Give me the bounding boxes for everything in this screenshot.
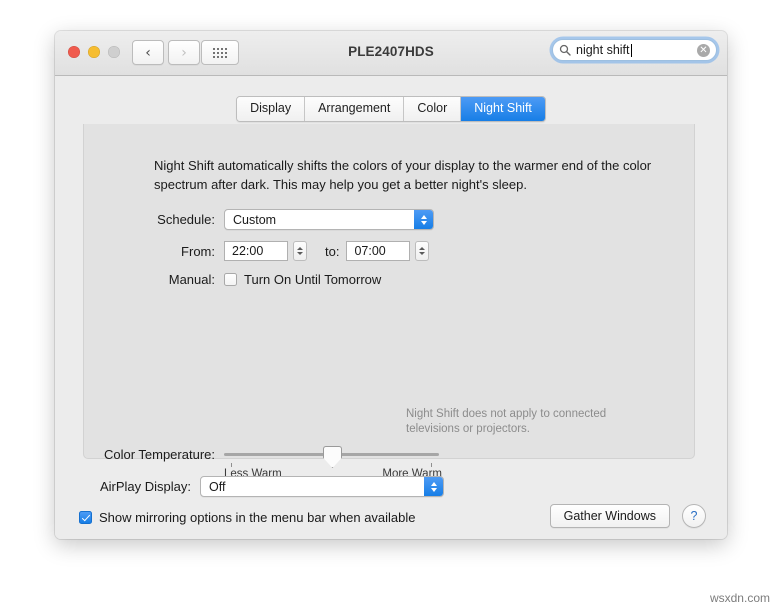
- night-shift-description: Night Shift automatically shifts the col…: [154, 158, 652, 192]
- system-preferences-window: ‹ › PLE2407HDS night shift ✕ Display Arr…: [55, 31, 727, 539]
- color-temperature-row: Color Temperature: Less Warm More Warm: [84, 446, 442, 480]
- night-shift-panel: Night Shift automatically shifts the col…: [83, 124, 695, 480]
- turn-on-until-tomorrow-label: Turn On Until Tomorrow: [244, 272, 382, 287]
- to-time-stepper[interactable]: [415, 241, 430, 261]
- schedule-row: Schedule: Custom: [84, 209, 434, 230]
- minimize-button[interactable]: [88, 46, 100, 58]
- turn-on-until-tomorrow-checkbox[interactable]: [224, 273, 237, 286]
- schedule-label: Schedule:: [157, 212, 215, 227]
- clear-circle-icon[interactable]: ✕: [697, 43, 710, 57]
- slider-thumb[interactable]: [323, 446, 342, 468]
- from-time-input[interactable]: 22:00: [224, 241, 288, 261]
- chevron-left-icon: ‹: [145, 44, 151, 61]
- from-time-stepper[interactable]: [293, 241, 307, 261]
- search-input-value: night shift: [576, 43, 630, 57]
- text-caret: [630, 43, 632, 57]
- manual-note: Night Shift does not apply to connected …: [406, 408, 607, 435]
- manual-row: Manual: Turn On Until Tomorrow: [84, 272, 382, 287]
- schedule-value: Custom: [233, 212, 277, 227]
- show-mirroring-checkbox[interactable]: [79, 511, 92, 524]
- slider-tick-min: [231, 463, 232, 467]
- search-field[interactable]: night shift ✕: [552, 39, 717, 61]
- window-content: Display Arrangement Color Night Shift Ni…: [55, 76, 727, 539]
- tab-display[interactable]: Display: [237, 97, 306, 121]
- tab-color[interactable]: Color: [404, 97, 462, 121]
- traffic-lights: [68, 46, 120, 58]
- window-titlebar: ‹ › PLE2407HDS night shift ✕: [55, 31, 727, 76]
- show-all-button[interactable]: [201, 40, 239, 65]
- schedule-dropdown[interactable]: Custom: [224, 209, 434, 230]
- forward-button: ›: [168, 40, 200, 65]
- chevron-updown-icon: [424, 477, 443, 496]
- to-label: to:: [325, 243, 340, 259]
- color-temperature-label: Color Temperature:: [103, 446, 215, 462]
- show-mirroring-row: Show mirroring options in the menu bar w…: [79, 510, 416, 525]
- chevron-updown-icon: [414, 210, 433, 229]
- chevron-right-icon: ›: [181, 44, 187, 61]
- tab-arrangement[interactable]: Arrangement: [305, 97, 405, 121]
- gather-windows-button[interactable]: Gather Windows: [549, 504, 670, 528]
- tab-night-shift[interactable]: Night Shift: [461, 97, 545, 121]
- search-icon: [559, 44, 571, 56]
- time-range-row: From: 22:00 to: 07:00: [84, 241, 430, 261]
- from-label: From:: [181, 243, 215, 259]
- airplay-display-row: AirPlay Display: Off: [55, 476, 444, 497]
- help-button[interactable]: ?: [682, 504, 706, 528]
- color-temperature-slider[interactable]: Less Warm More Warm: [224, 446, 442, 480]
- zoom-button: [108, 46, 120, 58]
- navigation-buttons: ‹ ›: [132, 40, 200, 65]
- show-mirroring-label: Show mirroring options in the menu bar w…: [99, 510, 416, 525]
- airplay-display-dropdown[interactable]: Off: [200, 476, 444, 497]
- tab-bar: Display Arrangement Color Night Shift: [55, 96, 727, 122]
- back-button[interactable]: ‹: [132, 40, 164, 65]
- close-button[interactable]: [68, 46, 80, 58]
- manual-label: Manual:: [168, 272, 215, 287]
- slider-tick-max: [431, 463, 432, 467]
- to-time-input[interactable]: 07:00: [346, 241, 411, 261]
- airplay-display-value: Off: [209, 479, 226, 494]
- watermark: wsxdn.com: [709, 591, 770, 605]
- airplay-display-label: AirPlay Display:: [99, 479, 191, 494]
- grid-dots-icon: [213, 47, 227, 58]
